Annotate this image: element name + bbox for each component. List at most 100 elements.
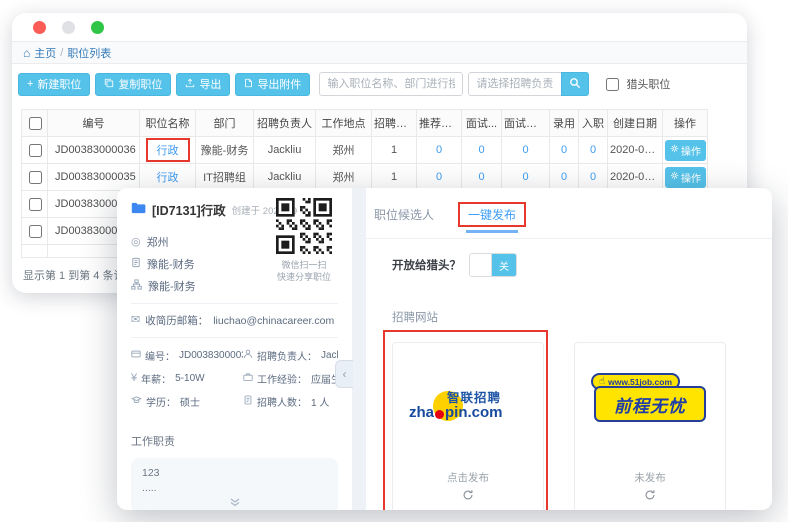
onboarded-count-link[interactable]: 0 [590, 171, 596, 183]
refresh-icon[interactable] [644, 488, 656, 506]
table-row: JD00383000036 行政 豫能-财务 Jackliu 郑州 1 0 0 … [22, 137, 708, 164]
col-header-dept: 部门 [196, 110, 254, 137]
col-header-interview: 面试... [462, 110, 502, 137]
row-checkbox[interactable] [29, 144, 42, 157]
share-qr-block: 微信扫一扫 快速分享职位 [275, 198, 333, 283]
recommended-count-link[interactable]: 0 [436, 171, 442, 183]
hired-count-link[interactable]: 0 [561, 144, 567, 156]
duties-line: 123 [142, 466, 327, 481]
qr-code [276, 198, 332, 254]
job-owner: Jackliu [254, 164, 316, 191]
gear-icon [670, 144, 679, 156]
search-icon [569, 77, 581, 92]
org-sitemap-icon [131, 279, 142, 293]
row-checkbox[interactable] [29, 198, 42, 211]
job-dept: 豫能-财务 [196, 137, 254, 164]
yen-icon: ¥ [131, 373, 137, 384]
copy-job-button[interactable]: 复制职位 [95, 73, 171, 96]
job-id: JD00383000036 [48, 137, 140, 164]
breadcrumb-current[interactable]: 职位列表 [67, 45, 111, 61]
row-actions-button[interactable]: 操作 [665, 167, 706, 188]
col-header-hired: 录用 [550, 110, 579, 137]
duties-section-title: 工作职责 [131, 433, 338, 449]
annotation-highlight-publish-tab: 一键发布 [458, 202, 526, 227]
close-window-button[interactable] [33, 21, 46, 34]
collapse-panel-button[interactable]: ‹ [335, 360, 353, 388]
export-button[interactable]: 导出 [176, 73, 230, 96]
hired-count-link[interactable]: 0 [561, 171, 567, 183]
job-created-date: 2020-09-... [608, 164, 663, 191]
qr-caption: 微信扫一扫 快速分享职位 [275, 259, 333, 283]
export-attachments-button[interactable]: 导出附件 [235, 73, 310, 96]
job-location-text: 郑州 [147, 234, 169, 250]
hand-pointer-icon: ☝ [599, 377, 605, 387]
job-search-input[interactable] [319, 72, 463, 96]
site-card-zhaopin[interactable]: 智联招聘 zhapin.com 点击发布 [392, 342, 544, 510]
export-icon [185, 78, 195, 91]
copy-icon [104, 78, 114, 91]
job-location: 郑州 [316, 164, 372, 191]
tab-candidates[interactable]: 职位候选人 [374, 206, 434, 223]
tabs-divider [366, 238, 772, 239]
job-org-text: 豫能-财务 [148, 278, 196, 294]
interview-out-count-link[interactable]: 0 [522, 171, 528, 183]
expand-chevron-icon[interactable] [229, 497, 241, 510]
tab-one-click-publish[interactable]: 一键发布 [468, 208, 516, 222]
breadcrumb-home-link[interactable]: 主页 [34, 45, 56, 61]
headhunter-toggle[interactable]: 关 [469, 253, 517, 277]
publish-status-text[interactable]: 点击发布 [393, 470, 543, 485]
onboarded-count-link[interactable]: 0 [590, 144, 596, 156]
col-header-headcount: 招聘人... [372, 110, 417, 137]
job-fields-grid: 编号：JD00383000036 招聘负责人：Jackliu ¥年薪：5-10W… [131, 348, 338, 409]
headhunter-toggle-label: 开放给猎头？ [392, 257, 461, 273]
job-headcount: 1 [372, 164, 417, 191]
interview-out-count-link[interactable]: 0 [522, 144, 528, 156]
col-header-title: 职位名称 [140, 110, 196, 137]
file-icon [244, 78, 253, 91]
job-dept: IT招聘组 [196, 164, 254, 191]
col-header-recommended: 推荐候... [417, 110, 462, 137]
col-header-id: 编号 [48, 110, 140, 137]
col-header-location: 工作地点 [316, 110, 372, 137]
minimize-window-button[interactable] [62, 21, 75, 34]
breadcrumb-separator: / [60, 47, 63, 59]
plus-icon: + [27, 78, 33, 90]
row-actions-button[interactable]: 操作 [665, 140, 706, 161]
search-button[interactable] [561, 72, 589, 96]
graduation-cap-icon [131, 395, 142, 408]
folder-icon [131, 201, 146, 219]
id-card-icon [131, 349, 141, 362]
col-header-interview-out: 面试淘汰 [502, 110, 550, 137]
resume-email-value: liuchao@chinacareer.com [213, 315, 334, 327]
job-title-link[interactable]: 行政 [157, 172, 179, 184]
department-icon [131, 257, 141, 271]
zhaopin-red-dot [435, 410, 444, 419]
col-header-onboarded: 入职 [579, 110, 608, 137]
select-all-checkbox[interactable] [29, 117, 42, 130]
publish-status-text: 未发布 [575, 470, 725, 485]
new-job-button[interactable]: +新建职位 [18, 73, 90, 96]
row-checkbox[interactable] [29, 171, 42, 184]
row-checkbox[interactable] [29, 225, 42, 238]
recommended-count-link[interactable]: 0 [436, 144, 442, 156]
headhunter-checkbox[interactable] [606, 78, 619, 91]
interview-count-link[interactable]: 0 [478, 144, 484, 156]
home-icon: ⌂ [23, 46, 30, 60]
document-icon [243, 395, 253, 408]
refresh-icon[interactable] [462, 488, 474, 506]
job-headcount: 1 [372, 137, 417, 164]
job-id: JD00383000035 [48, 164, 140, 191]
publish-pane: 职位候选人 一键发布 开放给猎头？ 关 招聘网站 智联招聘 zhapin.com [366, 188, 772, 510]
job-department-text: 豫能-财务 [147, 256, 195, 272]
resume-email-label: 收简历邮箱： [145, 313, 208, 328]
headhunter-filter: 猎头职位 [602, 75, 670, 94]
gear-icon [670, 171, 679, 183]
interview-count-link[interactable]: 0 [478, 171, 484, 183]
job-created-date: 2020-09-... [608, 137, 663, 164]
window-titlebar [12, 13, 747, 41]
maximize-window-button[interactable] [91, 21, 104, 34]
site-card-51job[interactable]: ☝www.51job.com 前程无忧 未发布 [574, 342, 726, 510]
job-title-link[interactable]: 行政 [157, 145, 179, 157]
owner-select-input[interactable] [468, 72, 561, 96]
job-location: 郑州 [316, 137, 372, 164]
